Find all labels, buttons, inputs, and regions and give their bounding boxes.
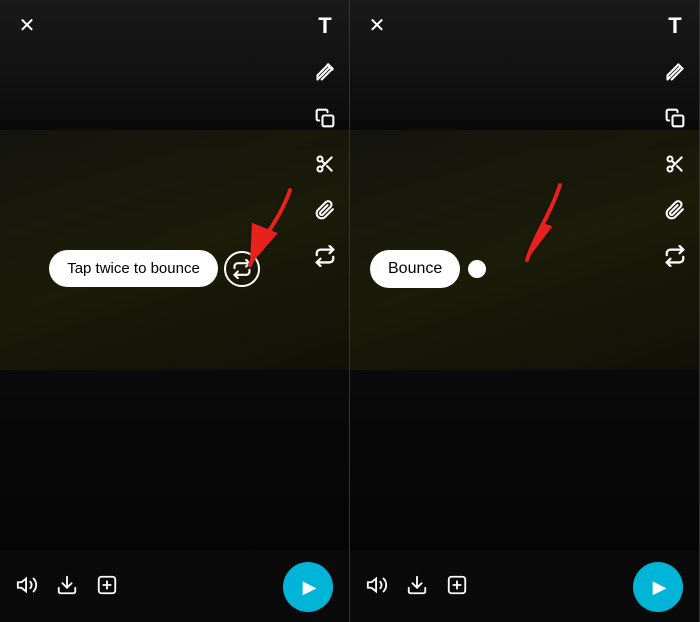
pencil-tool-left[interactable] <box>311 58 339 86</box>
copy-tool-right[interactable] <box>661 104 689 132</box>
bottom-bar-right <box>350 552 699 622</box>
tooltip-text-left: Tap twice to bounce <box>49 250 218 287</box>
text-tool-left[interactable]: T <box>311 12 339 40</box>
right-tools-right: T <box>661 12 689 270</box>
volume-icon-left[interactable] <box>16 574 38 601</box>
bottom-bg-right <box>350 370 699 550</box>
add-icon-right[interactable] <box>446 574 468 601</box>
volume-icon-right[interactable] <box>366 574 388 601</box>
right-tools-left: T <box>311 12 339 270</box>
red-arrow-right <box>505 175 585 280</box>
scissors-tool-left[interactable] <box>311 150 339 178</box>
red-arrow-left <box>230 180 310 285</box>
bottom-bar-left <box>0 552 349 622</box>
close-button-left[interactable]: ✕ <box>12 10 42 40</box>
bottom-icons-right <box>366 574 468 601</box>
copy-tool-left[interactable] <box>311 104 339 132</box>
text-tool-right[interactable]: T <box>661 12 689 40</box>
download-icon-left[interactable] <box>56 574 78 601</box>
bottom-bg-left <box>0 370 349 550</box>
scissors-tool-right[interactable] <box>661 150 689 178</box>
top-bar-left: ✕ <box>0 0 349 50</box>
bounce-label-text: Bounce <box>370 250 460 288</box>
pencil-tool-right[interactable] <box>661 58 689 86</box>
bounce-toggle-dot[interactable] <box>468 260 486 278</box>
bounce-tool-right[interactable] <box>661 242 689 270</box>
left-panel: ✕ T <box>0 0 350 622</box>
download-icon-right[interactable] <box>406 574 428 601</box>
top-bar-right: ✕ <box>350 0 699 50</box>
bottom-icons-left <box>16 574 118 601</box>
add-icon-left[interactable] <box>96 574 118 601</box>
right-panel: ✕ T <box>350 0 700 622</box>
send-button-left[interactable] <box>283 562 333 612</box>
close-button-right[interactable]: ✕ <box>362 10 392 40</box>
bounce-tool-left[interactable] <box>311 242 339 270</box>
clip-tool-right[interactable] <box>661 196 689 224</box>
send-button-right[interactable] <box>633 562 683 612</box>
clip-tool-left[interactable] <box>311 196 339 224</box>
